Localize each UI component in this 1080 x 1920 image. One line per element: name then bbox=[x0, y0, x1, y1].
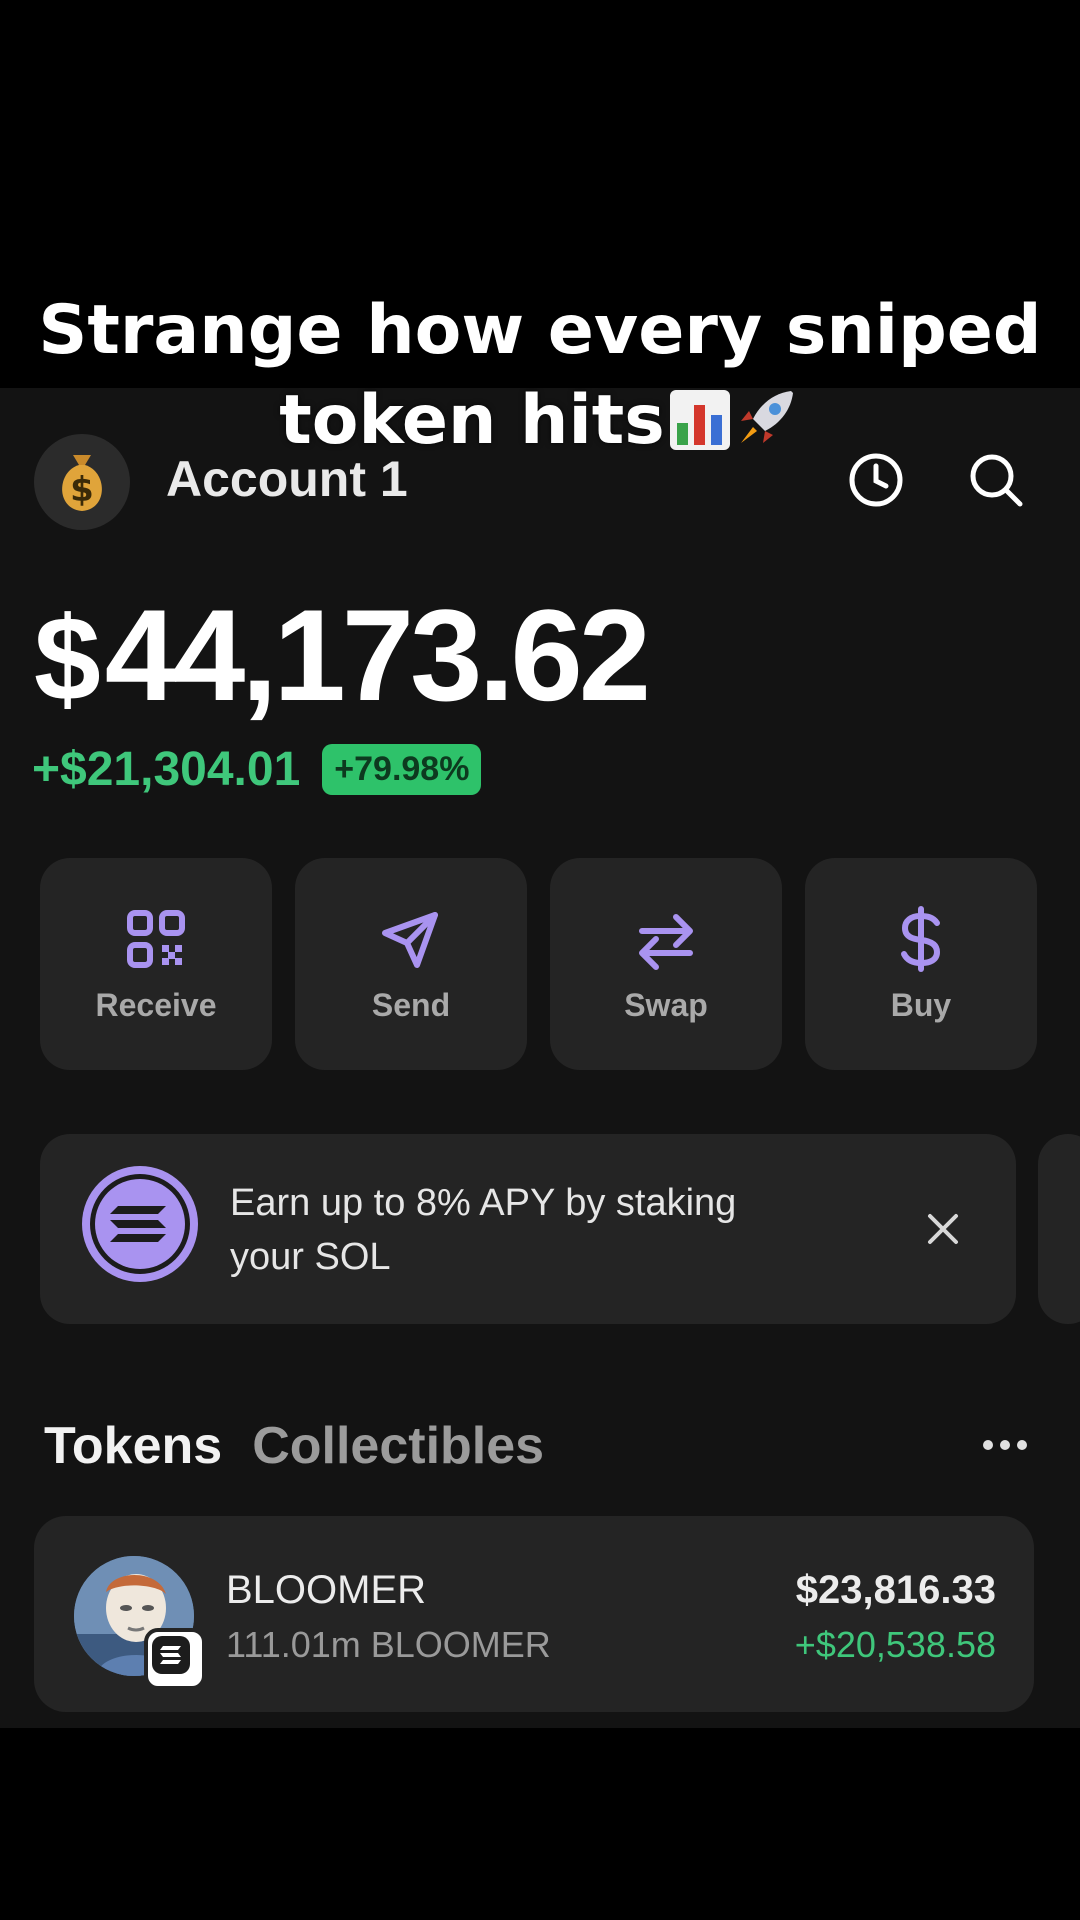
swap-label: Swap bbox=[624, 986, 708, 1023]
balance-amount: 44,173.62 bbox=[104, 582, 651, 728]
action-buttons: Receive Send Swap Buy bbox=[40, 858, 1040, 1070]
change-percent-badge: +79.98% bbox=[322, 744, 482, 795]
staking-banner[interactable]: Earn up to 8% APY by staking your SOL bbox=[40, 1134, 1016, 1324]
token-name: BLOOMER bbox=[226, 1568, 427, 1612]
token-amount: 111.01m BLOOMER bbox=[226, 1624, 551, 1665]
tab-collectibles[interactable]: Collectibles bbox=[252, 1417, 544, 1475]
qr-code-icon bbox=[127, 909, 185, 968]
buy-label: Buy bbox=[890, 986, 952, 1023]
banner-text-line1: Earn up to 8% APY by staking bbox=[230, 1182, 737, 1224]
solana-chain-badge bbox=[144, 1628, 206, 1690]
video-caption: Strange how every sniped token hits bbox=[0, 286, 1080, 466]
caption-line-1: Strange how every sniped bbox=[38, 291, 1042, 370]
caption-line-2: token hits bbox=[0, 376, 1080, 466]
receive-label: Receive bbox=[95, 986, 217, 1023]
more-options-icon[interactable] bbox=[980, 1430, 1030, 1460]
svg-text:$: $ bbox=[70, 470, 94, 510]
send-label: Send bbox=[371, 986, 451, 1023]
token-row[interactable]: BLOOMER 111.01m BLOOMER $23,816.33 +$20,… bbox=[34, 1516, 1034, 1712]
asset-tabs: Tokens Collectibles bbox=[44, 1416, 544, 1476]
solana-chain-icon bbox=[152, 1636, 190, 1674]
receive-button[interactable]: Receive bbox=[40, 858, 272, 1070]
token-pnl: +$20,538.58 bbox=[794, 1624, 996, 1665]
close-icon[interactable] bbox=[920, 1206, 966, 1252]
caption-line-2-text: token hits bbox=[279, 381, 665, 460]
buy-button[interactable]: Buy bbox=[805, 858, 1037, 1070]
send-button[interactable]: Send bbox=[295, 858, 527, 1070]
token-value: $23,816.33 bbox=[795, 1568, 996, 1612]
tab-tokens[interactable]: Tokens bbox=[44, 1417, 222, 1475]
rocket-emoji-icon bbox=[740, 391, 793, 443]
send-icon bbox=[382, 911, 438, 968]
solana-icon bbox=[82, 1166, 198, 1282]
total-balance: $44,173.62 bbox=[34, 590, 651, 726]
balance-change: +$21,304.01 +79.98% bbox=[32, 742, 482, 797]
bar-chart-emoji-icon bbox=[669, 390, 730, 450]
banner-text-line2: your SOL bbox=[230, 1236, 391, 1278]
change-amount: +$21,304.01 bbox=[32, 743, 301, 796]
dollar-icon bbox=[901, 905, 941, 972]
banner-text: Earn up to 8% APY by staking your SOL bbox=[230, 1176, 790, 1284]
swap-button[interactable]: Swap bbox=[550, 858, 782, 1070]
currency-symbol: $ bbox=[34, 592, 101, 726]
next-banner-peek[interactable] bbox=[1038, 1134, 1080, 1324]
swap-icon bbox=[639, 913, 693, 970]
